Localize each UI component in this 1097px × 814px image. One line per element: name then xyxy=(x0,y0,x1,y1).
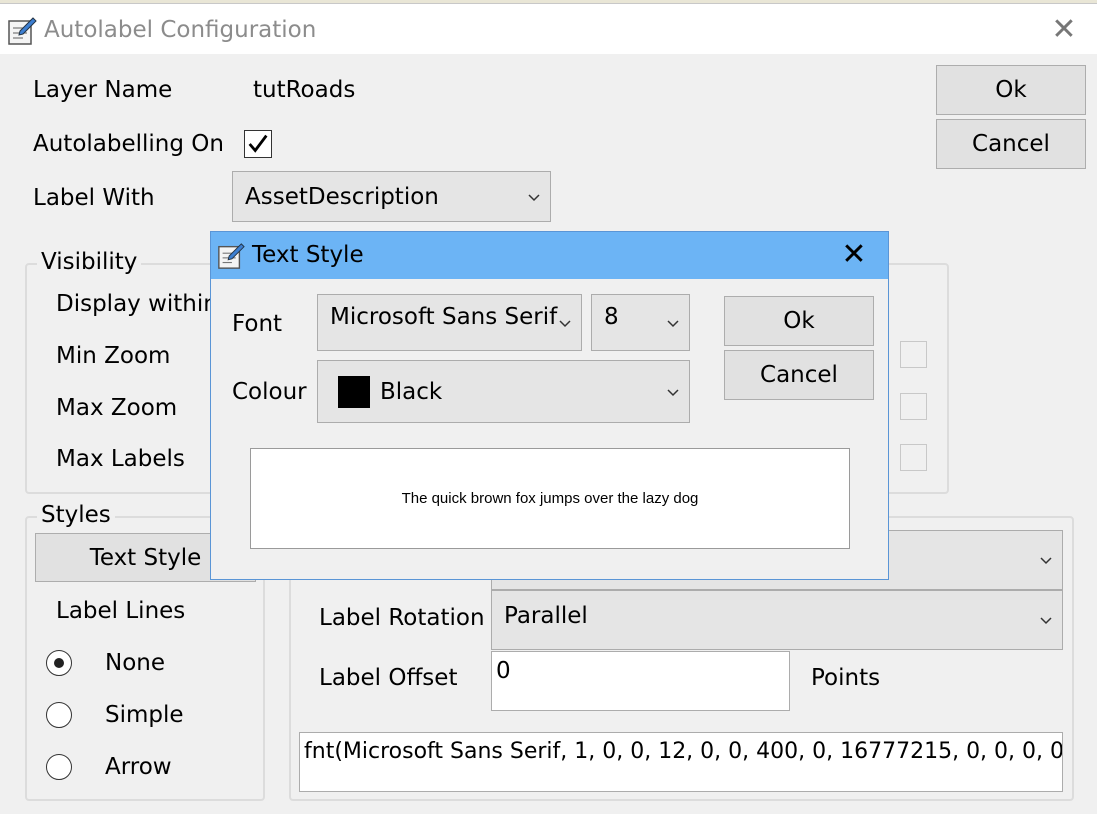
max-zoom-checkbox[interactable] xyxy=(900,393,927,420)
colour-swatch xyxy=(338,375,370,408)
layer-name-value: tutRoads xyxy=(253,77,356,103)
display-within-label: Display within xyxy=(56,291,218,317)
layer-name-label: Layer Name xyxy=(33,77,173,103)
font-size-value: 8 xyxy=(604,304,619,330)
radio-arrow-label: Arrow xyxy=(105,754,172,780)
autolabelling-checkbox[interactable] xyxy=(244,130,272,158)
label-with-label: Label With xyxy=(33,185,155,211)
window-titlebar: Autolabel Configuration ✕ xyxy=(0,4,1097,54)
styles-group-title: Styles xyxy=(37,502,115,528)
visibility-group-title: Visibility xyxy=(37,249,142,275)
dialog-titlebar: Text Style ✕ xyxy=(211,232,888,279)
colour-label: Colour xyxy=(232,379,307,405)
font-size-combo[interactable]: 8 xyxy=(591,294,690,351)
radio-arrow[interactable] xyxy=(46,754,72,780)
colour-combo[interactable]: Black xyxy=(317,360,690,423)
label-with-combo[interactable]: AssetDescription xyxy=(232,171,551,222)
chevron-down-icon xyxy=(528,193,540,201)
text-style-dialog: Text Style ✕ Font Microsoft Sans Serif 8… xyxy=(210,231,889,580)
dialog-cancel-button[interactable]: Cancel xyxy=(724,350,874,400)
chevron-down-icon xyxy=(559,319,571,327)
radio-none-label: None xyxy=(105,650,166,676)
colour-value: Black xyxy=(380,378,443,405)
min-zoom-label: Min Zoom xyxy=(56,343,171,369)
close-icon[interactable]: ✕ xyxy=(1049,15,1079,45)
font-combo[interactable]: Microsoft Sans Serif xyxy=(317,294,582,351)
chevron-down-icon xyxy=(1040,557,1052,565)
chevron-down-icon xyxy=(667,319,679,327)
font-preview-text: The quick brown fox jumps over the lazy … xyxy=(401,490,699,507)
ok-button[interactable]: Ok xyxy=(936,65,1086,115)
label-offset-input[interactable]: 0 xyxy=(491,651,790,711)
dialog-title: Text Style xyxy=(252,242,364,268)
app-notepad-icon xyxy=(8,17,37,45)
max-labels-label: Max Labels xyxy=(56,446,185,472)
label-rotation-value: Parallel xyxy=(504,603,588,629)
label-lines-label: Label Lines xyxy=(56,598,186,624)
window-title: Autolabel Configuration xyxy=(44,17,317,43)
label-offset-label: Label Offset xyxy=(319,665,458,691)
checkmark-icon xyxy=(248,134,268,153)
label-rotation-label: Label Rotation xyxy=(319,605,485,631)
chevron-down-icon xyxy=(1040,617,1052,625)
app-notepad-icon xyxy=(218,243,245,269)
font-string-field[interactable]: fnt(Microsoft Sans Serif, 1, 0, 0, 12, 0… xyxy=(299,732,1063,792)
max-zoom-label: Max Zoom xyxy=(56,395,178,421)
max-labels-checkbox[interactable] xyxy=(900,444,927,471)
font-value: Microsoft Sans Serif xyxy=(330,304,558,330)
autolabelling-label: Autolabelling On xyxy=(33,131,224,157)
radio-simple[interactable] xyxy=(46,702,72,728)
radio-simple-label: Simple xyxy=(105,702,184,728)
min-zoom-checkbox[interactable] xyxy=(900,341,927,368)
close-icon[interactable]: ✕ xyxy=(839,240,869,270)
radio-none[interactable] xyxy=(46,650,72,676)
label-offset-unit: Points xyxy=(811,665,881,691)
label-with-value: AssetDescription xyxy=(245,183,439,210)
chevron-down-icon xyxy=(667,388,679,396)
label-rotation-combo[interactable]: Parallel xyxy=(491,590,1063,650)
cancel-button[interactable]: Cancel xyxy=(936,119,1086,169)
font-preview-box: The quick brown fox jumps over the lazy … xyxy=(250,448,850,549)
dialog-ok-button[interactable]: Ok xyxy=(724,296,874,346)
font-label: Font xyxy=(232,311,283,337)
